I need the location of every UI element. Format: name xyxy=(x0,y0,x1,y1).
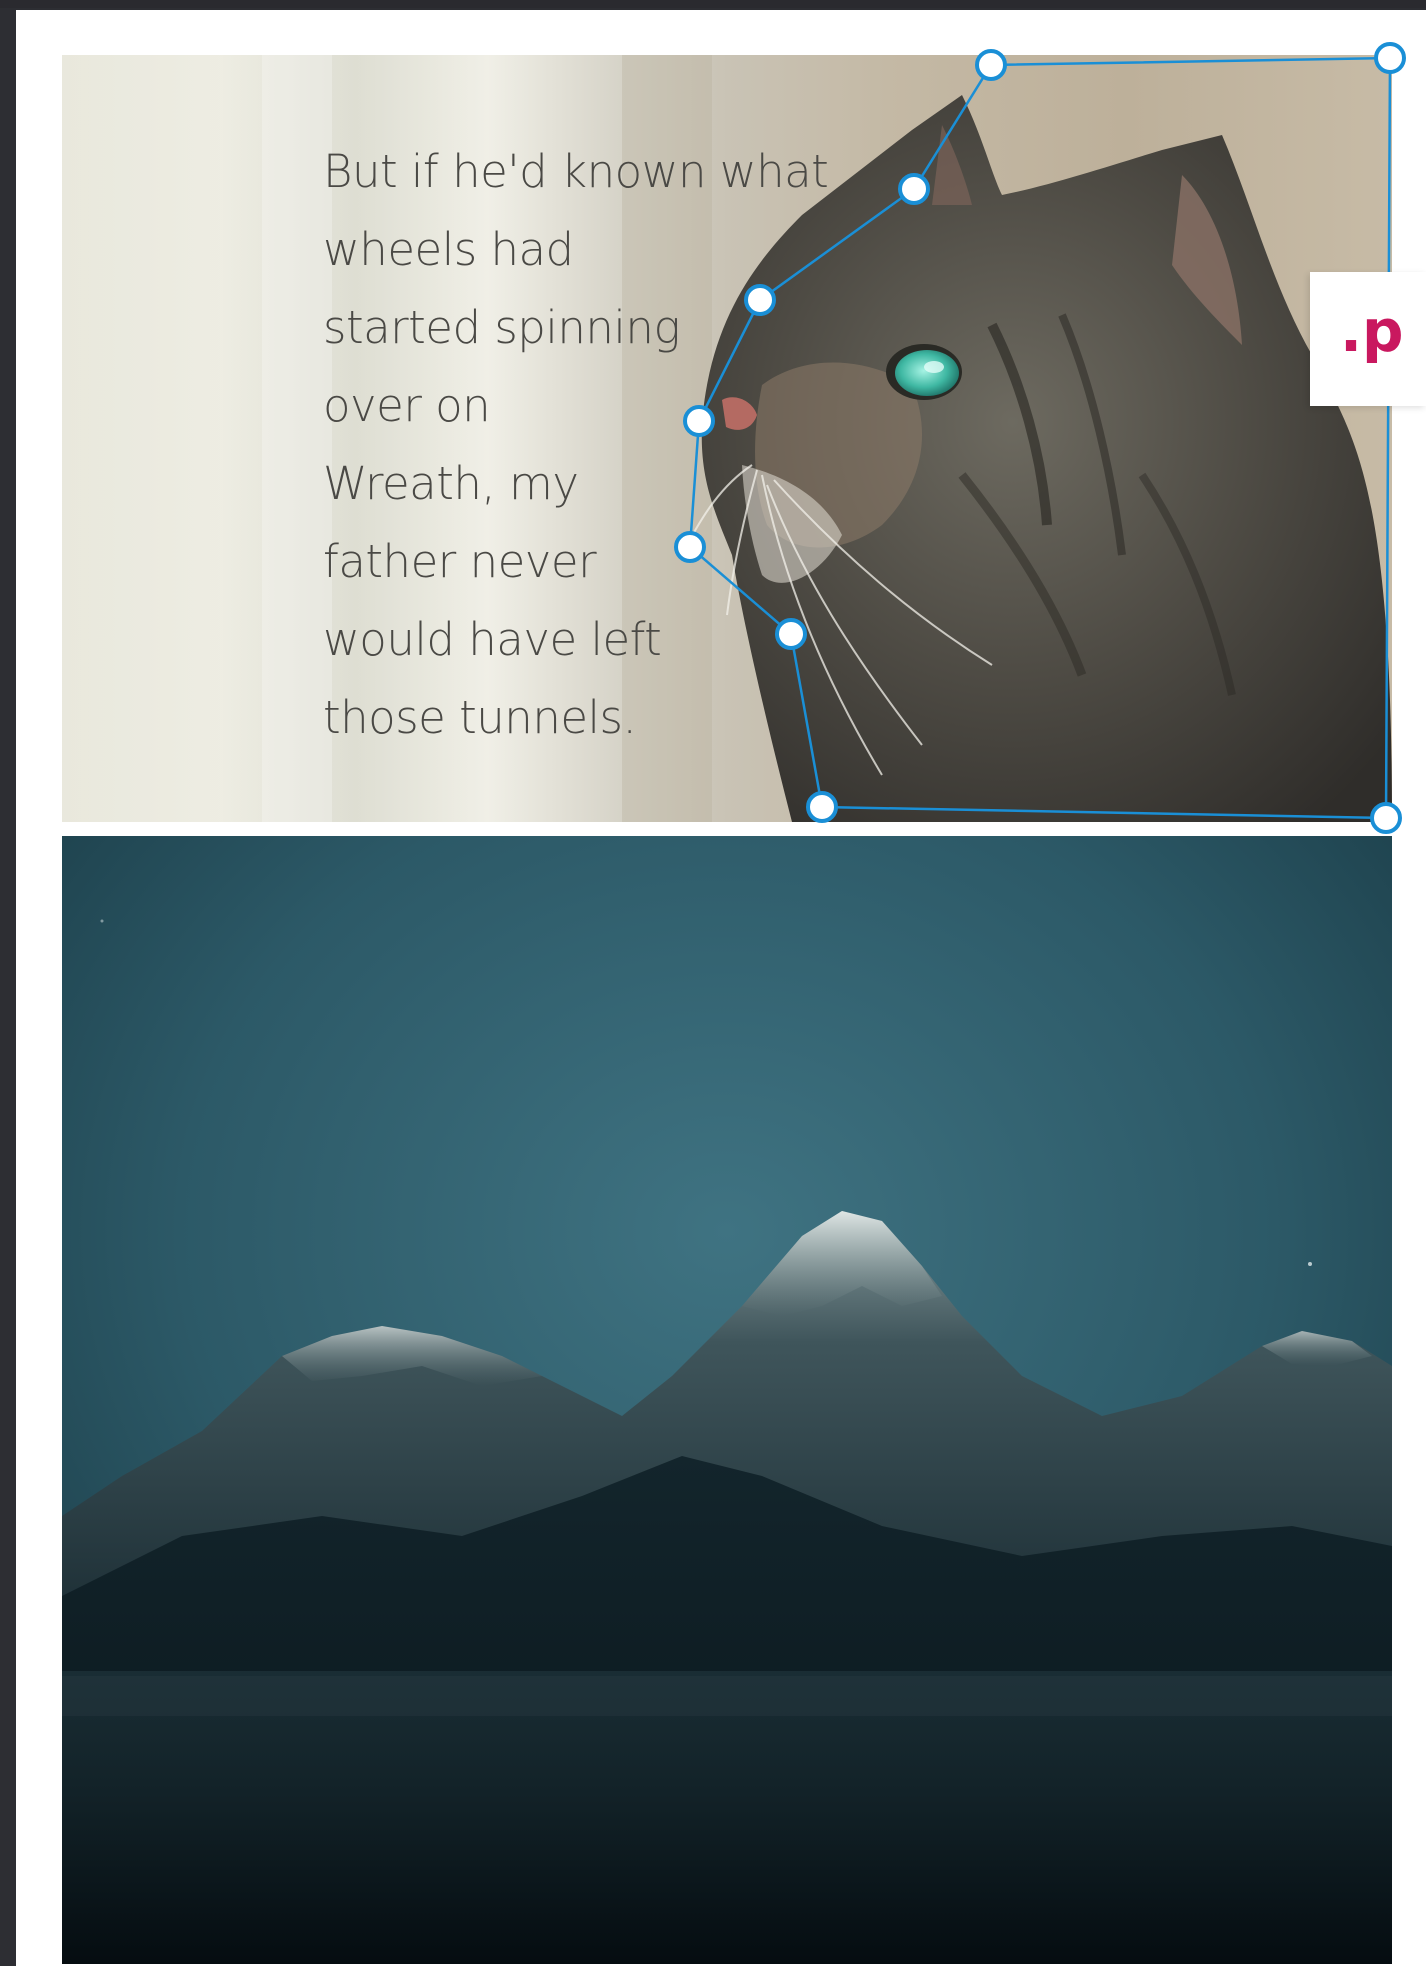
polygon-handle[interactable] xyxy=(806,791,838,823)
mountain-photo[interactable] xyxy=(62,836,1392,1964)
polygon-handle[interactable] xyxy=(674,531,706,563)
passage-line: would have left xyxy=(323,613,662,666)
mountain-photo-graphic xyxy=(62,836,1392,1964)
passage-line: But if he'd known what xyxy=(323,145,829,198)
passage-line: father never xyxy=(323,535,597,588)
passage-line: those tunnels. xyxy=(323,691,637,744)
passage-line: Wreath, my xyxy=(323,457,579,510)
polygon-handle[interactable] xyxy=(1374,42,1406,74)
selector-text: .p xyxy=(1340,297,1404,365)
top-bar xyxy=(0,0,1426,8)
polygon-handle[interactable] xyxy=(683,405,715,437)
selector-tooltip: .p xyxy=(1310,272,1426,406)
passage-line: started spinning xyxy=(323,301,680,354)
polygon-handle[interactable] xyxy=(898,173,930,205)
passage-line: wheels had xyxy=(323,223,574,276)
polygon-handle[interactable] xyxy=(775,618,807,650)
passage-line: over on xyxy=(323,379,491,432)
polygon-handle[interactable] xyxy=(975,49,1007,81)
wrapped-passage: But if he'd known what wheels had starte… xyxy=(323,133,903,757)
polygon-handle[interactable] xyxy=(744,284,776,316)
polygon-handle[interactable] xyxy=(1370,802,1402,834)
